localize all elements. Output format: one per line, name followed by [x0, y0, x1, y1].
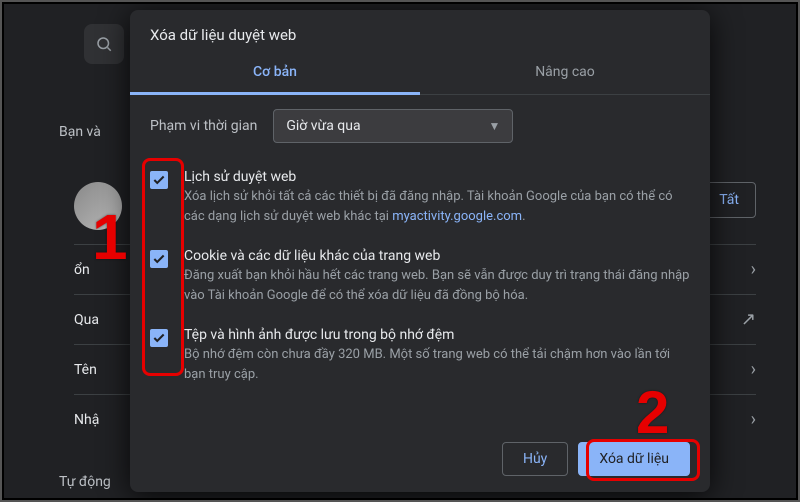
chevron-right-icon: › — [751, 259, 756, 280]
option-desc: Đăng xuất bạn khỏi hầu hết các trang web… — [184, 266, 690, 305]
chevron-right-icon: › — [751, 409, 756, 430]
options-list: Lịch sử duyệt web Xóa lịch sử khỏi tất c… — [130, 157, 710, 428]
option-title: Cookie và các dữ liệu khác của trang web — [184, 248, 690, 264]
option-cached-files: Tệp và hình ảnh được lưu trong bộ nhớ đệ… — [150, 319, 690, 398]
search-icon[interactable] — [84, 24, 124, 64]
option-title: Lịch sử duyệt web — [184, 169, 690, 185]
clear-data-button[interactable]: Xóa dữ liệu — [578, 442, 690, 476]
tab-basic[interactable]: Cơ bản — [130, 52, 420, 95]
auto-section-label: Tự động — [59, 474, 111, 490]
time-range-selected: Giờ vừa qua — [286, 118, 360, 134]
dialog-tabs: Cơ bản Nâng cao — [130, 52, 710, 95]
chevron-right-icon: › — [751, 359, 756, 380]
time-range-row: Phạm vi thời gian Giờ vừa qua ▼ — [130, 95, 710, 157]
dropdown-arrow-icon: ▼ — [488, 119, 500, 133]
toggle-all-button[interactable]: Tất — [702, 182, 756, 218]
myactivity-link[interactable]: myactivity.google.com — [392, 209, 522, 224]
dialog-title: Xóa dữ liệu duyệt web — [130, 10, 710, 52]
option-desc: Xóa lịch sử khỏi tất cả các thiết bị đã … — [184, 187, 690, 226]
clear-browsing-data-dialog: Xóa dữ liệu duyệt web Cơ bản Nâng cao Ph… — [130, 10, 710, 492]
avatar — [74, 182, 122, 230]
option-title: Tệp và hình ảnh được lưu trong bộ nhớ đệ… — [184, 327, 690, 343]
sidebar-heading: Bạn và — [59, 124, 101, 140]
option-cookies: Cookie và các dữ liệu khác của trang web… — [150, 240, 690, 319]
time-range-select[interactable]: Giờ vừa qua ▼ — [273, 109, 513, 143]
tab-advanced[interactable]: Nâng cao — [420, 52, 710, 94]
external-link-icon: ↗ — [741, 309, 756, 330]
checkbox-browsing-history[interactable] — [150, 171, 168, 189]
checkbox-cached-files[interactable] — [150, 329, 168, 347]
option-browsing-history: Lịch sử duyệt web Xóa lịch sử khỏi tất c… — [150, 161, 690, 240]
cancel-button[interactable]: Hủy — [502, 442, 568, 476]
time-range-label: Phạm vi thời gian — [150, 118, 257, 134]
dialog-footer: Hủy Xóa dữ liệu — [130, 428, 710, 492]
checkbox-cookies[interactable] — [150, 250, 168, 268]
option-desc: Bộ nhớ đệm còn chưa đầy 320 MB. Một số t… — [184, 345, 690, 384]
